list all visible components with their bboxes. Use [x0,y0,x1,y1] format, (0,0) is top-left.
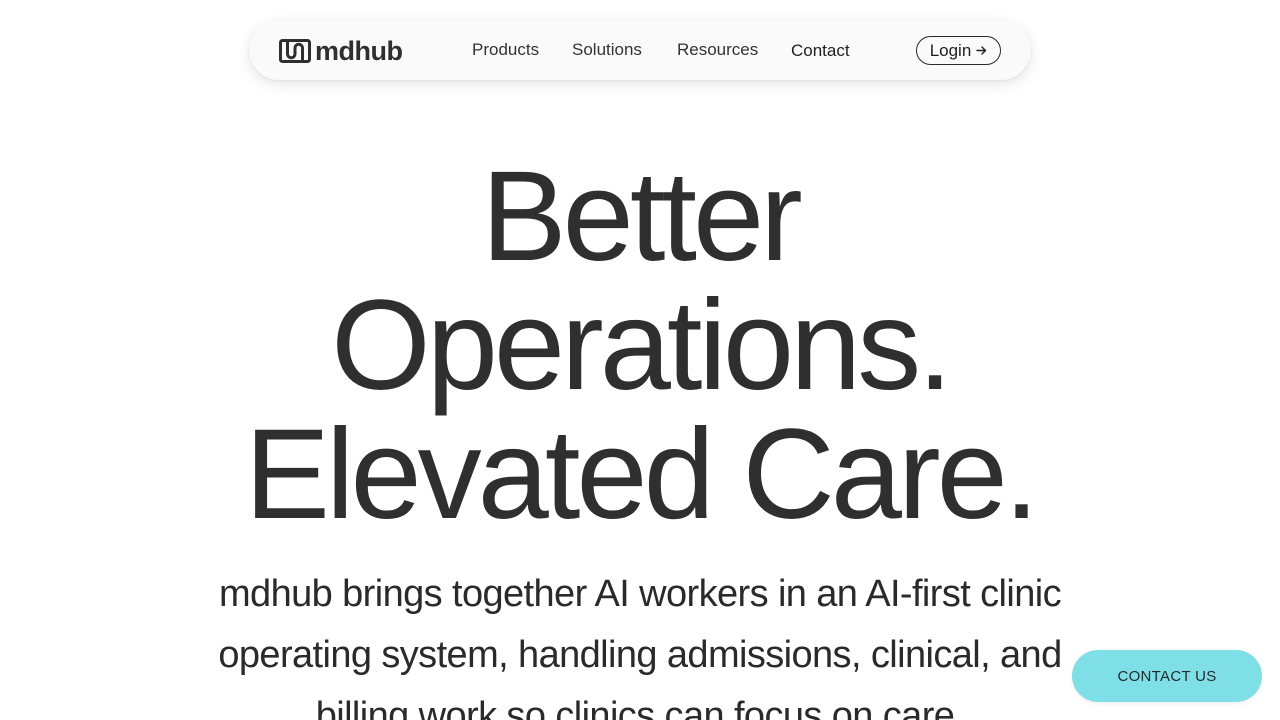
mdhub-logo-mark-icon [279,39,311,63]
nav-item-contact[interactable]: Contact [791,40,850,62]
arrow-right-icon [976,46,987,55]
hero-title: Better Operations. Elevated Care. [0,152,1280,539]
page: mdhub Products Solutions Resources Conta… [0,0,1280,720]
login-label: Login [929,40,972,60]
nav-item-products[interactable]: Products [472,39,539,61]
nav-item-solutions[interactable]: Solutions [572,39,642,61]
hero-title-line-2: Operations. [331,274,953,417]
hero-title-line-1: Better [481,145,803,288]
logo-wordmark: mdhub [315,36,403,66]
hero-subtitle: mdhub brings together AI workers in an A… [218,573,1062,720]
contact-us-button[interactable]: CONTACT US [1072,650,1262,702]
login-button[interactable]: Login [916,36,1001,65]
nav-item-resources[interactable]: Resources [677,39,758,61]
top-navbar: mdhub Products Solutions Resources Conta… [249,20,1031,80]
hero-title-line-3: Elevated Care. [244,403,1040,546]
logo-link[interactable]: mdhub [279,36,403,66]
